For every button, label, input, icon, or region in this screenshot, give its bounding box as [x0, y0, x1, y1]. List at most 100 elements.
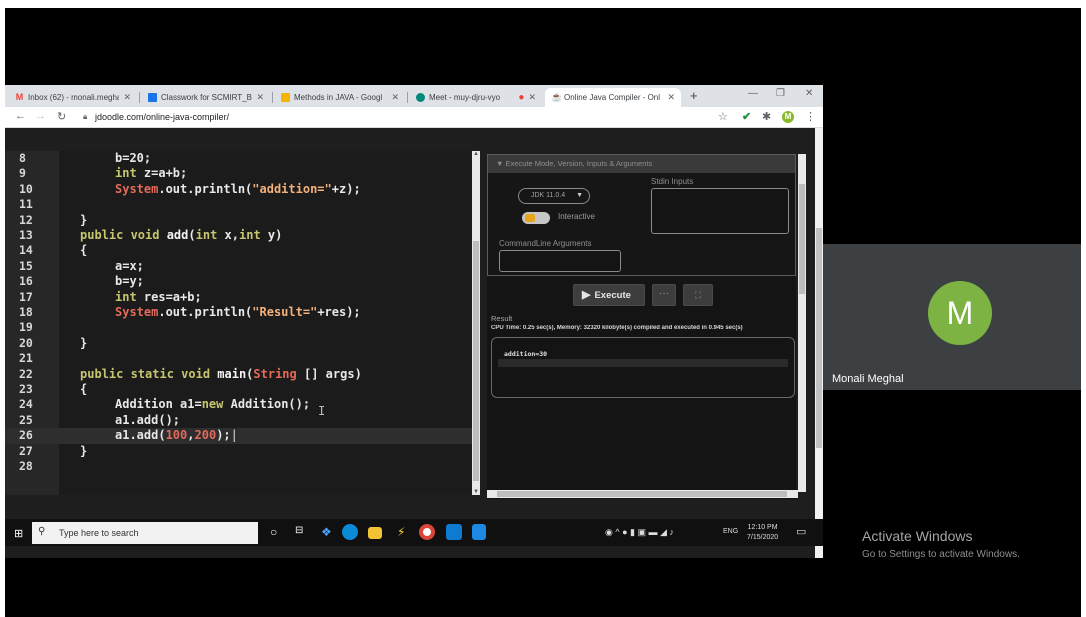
back-icon[interactable]: ← [15, 110, 26, 122]
windows-start-icon[interactable]: ⊞ [14, 527, 23, 540]
edge-icon[interactable] [342, 524, 358, 540]
code-line: 20} [5, 336, 472, 351]
cmdline-args-input[interactable] [499, 250, 621, 272]
panel-horizontal-scrollbar[interactable] [487, 490, 798, 498]
cortana-icon[interactable]: ○ [270, 525, 277, 539]
jdk-version-select[interactable]: JDK 11.0.4 ▼ [518, 188, 590, 204]
execute-button[interactable]: ▶ Execute [573, 284, 645, 306]
dropbox-icon[interactable]: ❖ [321, 525, 332, 539]
interactive-label: Interactive [558, 212, 595, 221]
options-header[interactable]: ▼ Execute Mode, Version, Inputs & Argume… [488, 155, 795, 173]
code-line: 18 System.out.println("Result="+res); [5, 305, 472, 320]
forward-icon[interactable]: → [35, 110, 46, 122]
classroom-icon [148, 93, 157, 102]
tab-google-slides[interactable]: Methods in JAVA - Googl ✕ [275, 88, 405, 107]
system-tray[interactable]: ◉ ^ ● ▮ ▣ ▬ ◢ ♪ [605, 527, 674, 538]
lightning-app-icon[interactable]: ⚡︎ [397, 525, 405, 539]
participant-tile[interactable]: M Monali Meghal [823, 244, 1081, 390]
line-number: 17 [19, 289, 33, 304]
code-keyword: int [239, 228, 261, 242]
close-icon[interactable]: ✕ [667, 92, 675, 103]
language-indicator[interactable]: ENG [723, 528, 738, 535]
fullscreen-button[interactable]: ⛶ [683, 284, 713, 306]
chevron-down-icon: ▼ [496, 159, 506, 168]
scrollbar-thumb[interactable] [816, 228, 822, 448]
tab-classroom[interactable]: Classwork for SCMIRT_BBA ✕ [142, 88, 270, 107]
code-string: "Result=" [252, 305, 318, 319]
tab-label: Online Java Compiler - Onl [564, 93, 661, 102]
code-editor[interactable]: 8 b=20; 9 int z=a+b; 10 System.out.println(… [5, 151, 472, 495]
line-number: 13 [19, 228, 33, 242]
clock-time: 12:10 PM [747, 524, 778, 531]
editor-scrollbar[interactable]: ▲ ▼ [472, 151, 480, 495]
output-input-line [498, 359, 788, 367]
line-number: 21 [19, 351, 33, 366]
minimize-icon[interactable]: — [748, 88, 758, 99]
code-function: main [210, 366, 247, 381]
interactive-toggle[interactable] [522, 212, 550, 224]
bookmark-star-icon[interactable]: ☆ [718, 110, 728, 123]
window-close-icon[interactable]: ✕ [805, 88, 813, 99]
close-icon[interactable]: ✕ [256, 92, 264, 103]
chrome-icon[interactable] [419, 524, 435, 540]
reload-icon[interactable]: ↻ [57, 110, 66, 123]
play-icon: ▶ [582, 289, 591, 301]
line-number: 14 [19, 243, 33, 258]
panel-vertical-scrollbar[interactable] [798, 154, 806, 492]
code-line: 24 Addition a1=new Addition(); [5, 397, 472, 412]
scrollbar-thumb[interactable] [473, 241, 479, 481]
close-icon[interactable]: ✕ [123, 92, 131, 103]
line-number: 19 [19, 320, 33, 335]
page-scrollbar[interactable] [815, 128, 823, 558]
code-text: b=y; [115, 274, 144, 289]
scrollbar-thumb[interactable] [799, 184, 805, 294]
extension-check-icon[interactable]: ✔ [742, 110, 751, 123]
store-icon[interactable] [446, 524, 462, 540]
line-number: 24 [19, 397, 33, 412]
restore-icon[interactable]: ❐ [776, 88, 785, 99]
scrollbar-thumb[interactable] [497, 491, 787, 497]
lock-icon[interactable]: 🔒︎ [83, 112, 87, 122]
menu-kebab-icon[interactable]: ⋮ [805, 110, 816, 123]
toggle-knob [525, 214, 535, 222]
stdin-input[interactable] [651, 188, 789, 234]
file-explorer-icon[interactable] [368, 527, 382, 539]
tab-gmail[interactable]: M Inbox (62) - monali.meghal ✕ [9, 88, 137, 107]
line-number: 16 [19, 274, 33, 289]
clock-date: 7/15/2020 [747, 534, 779, 541]
line-number: 28 [19, 459, 33, 473]
taskbar-clock[interactable]: 12:10 PM 7/15/2020 [747, 523, 778, 543]
new-tab-button[interactable]: + [690, 88, 698, 103]
scroll-up-icon[interactable]: ▲ [472, 151, 480, 157]
extensions-puzzle-icon[interactable]: ✱ [762, 110, 771, 123]
tab-strip: M Inbox (62) - monali.meghal ✕ Classwork… [5, 85, 823, 107]
notification-icon[interactable]: ▭ [796, 525, 806, 538]
scroll-down-icon[interactable]: ▼ [472, 489, 480, 495]
code-line: 15 a=x; [5, 259, 472, 274]
code-line: 23 { [5, 382, 472, 397]
code-line: 22 public static void main(String [] args… [5, 367, 472, 382]
code-text: } [80, 335, 88, 350]
profile-avatar[interactable]: M [782, 111, 794, 123]
task-view-icon[interactable]: ⊟ [295, 525, 303, 536]
code-text: { [80, 382, 88, 396]
output-console[interactable]: addition=30 [491, 337, 795, 398]
tab-divider [139, 92, 140, 103]
more-options-button[interactable]: ··· [652, 284, 676, 306]
close-icon[interactable]: ✕ [391, 92, 399, 103]
line-number: 25 [19, 412, 33, 427]
tab-jdoodle[interactable]: ☕ Online Java Compiler - Onl ✕ [545, 88, 681, 107]
activate-windows-title: Activate Windows [862, 528, 973, 544]
code-text: y) [260, 228, 283, 242]
code-line: 12} [5, 213, 472, 228]
line-number: 23 [19, 382, 33, 396]
code-text: , [187, 428, 195, 443]
close-icon[interactable]: ✕ [528, 92, 536, 103]
taskbar-search[interactable]: ⚲ Type here to search [32, 522, 258, 544]
code-text: } [80, 212, 88, 227]
tab-meet[interactable]: Meet - muy-djru-vyo ● ✕ [410, 88, 542, 107]
address-bar[interactable]: jdoodle.com/online-java-compiler/ [95, 112, 229, 122]
code-text: .out.println( [158, 181, 253, 196]
tab-label: Inbox (62) - monali.meghal [28, 93, 120, 102]
app-icon[interactable] [472, 524, 486, 540]
